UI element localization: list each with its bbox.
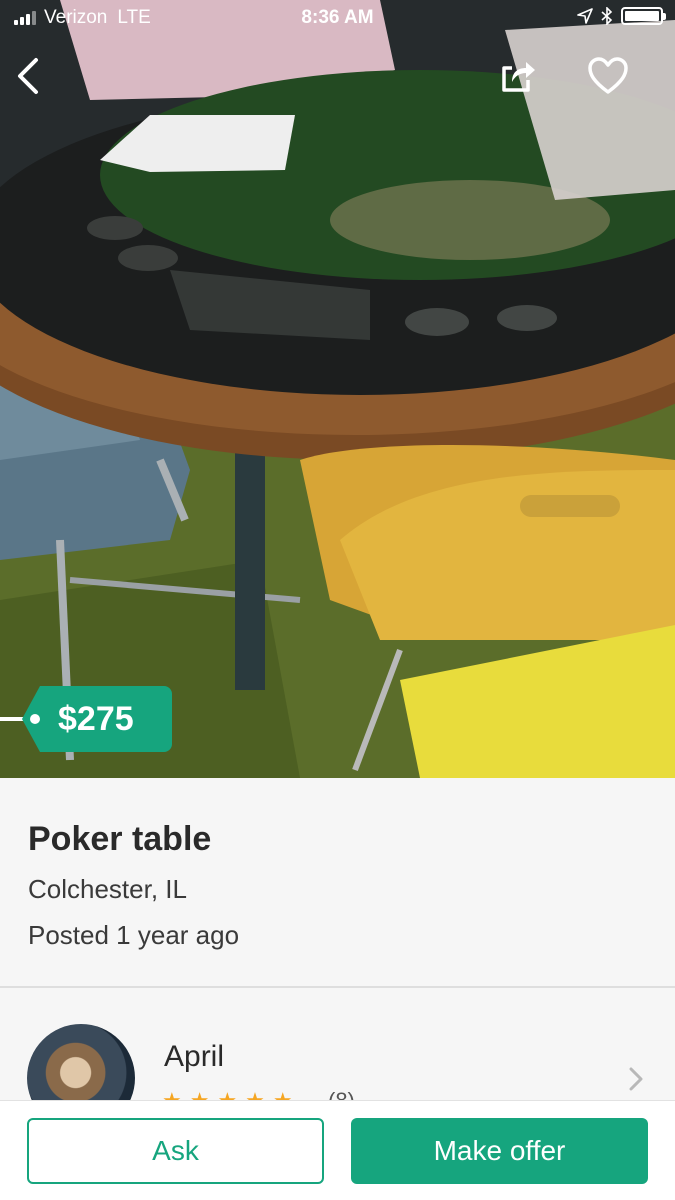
share-icon	[502, 62, 535, 92]
share-button[interactable]	[494, 52, 542, 100]
seller-row[interactable]: April ★★★★★ (8)	[0, 988, 675, 1132]
seller-name: April	[164, 1040, 225, 1073]
status-bar: Verizon LTE 8:36 AM	[0, 0, 675, 38]
price-tag-hole	[30, 714, 40, 724]
battery-icon	[621, 7, 666, 25]
clock: 8:36 AM	[301, 7, 374, 28]
make-offer-button[interactable]: Make offer	[351, 1118, 648, 1184]
favorite-button[interactable]	[584, 52, 632, 100]
listing-details: Poker table Colchester, IL Posted 1 year…	[0, 778, 675, 986]
listing-title: Poker table	[28, 820, 212, 858]
listing-location: Colchester, IL	[28, 874, 187, 904]
listing-photo-image	[0, 0, 675, 778]
listing-photo[interactable]	[0, 0, 675, 778]
ask-button[interactable]: Ask	[27, 1118, 324, 1184]
action-bar: Ask Make offer	[0, 1100, 675, 1200]
heart-icon	[588, 57, 628, 94]
location-arrow-icon	[577, 8, 593, 24]
bluetooth-icon	[601, 7, 613, 25]
listing-posted-time: Posted 1 year ago	[28, 920, 240, 950]
back-button[interactable]	[4, 52, 52, 100]
chevron-left-icon	[18, 58, 38, 94]
price-tag: $275	[0, 686, 175, 752]
price-label: $275	[58, 700, 134, 738]
chevron-right-icon	[629, 1067, 643, 1091]
status-right	[577, 7, 666, 25]
